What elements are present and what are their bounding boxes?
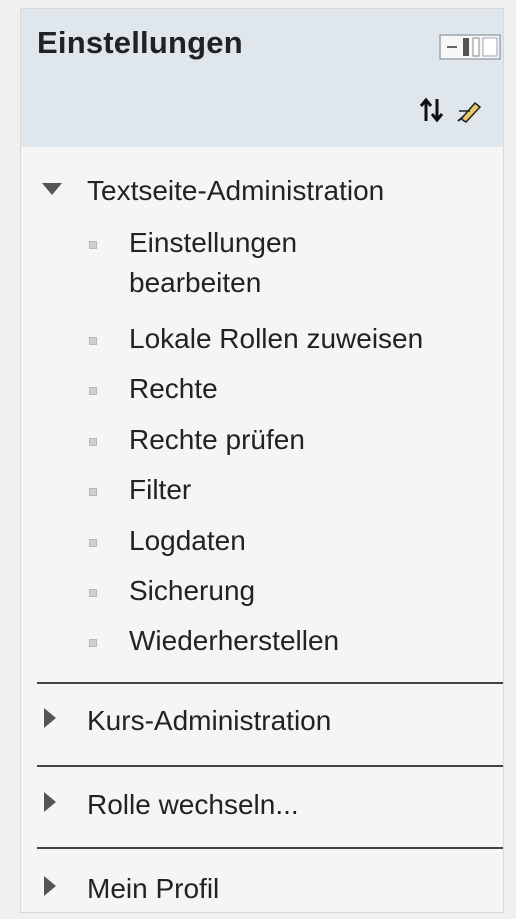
tree-item-sicherung[interactable]: Sicherung: [21, 571, 503, 615]
tree-item-lokale-rollen-zuweisen[interactable]: Lokale Rollen zuweisen: [21, 319, 503, 363]
edit-icon[interactable]: [455, 95, 485, 125]
tree-item-wiederherstellen[interactable]: Wiederherstellen: [21, 621, 503, 665]
tree-node-kurs-administration[interactable]: Kurs-Administration: [21, 703, 503, 747]
bullet-icon: [89, 337, 97, 345]
tree-item-rechte[interactable]: Rechte: [21, 369, 503, 413]
tree-item-rechte-pruefen[interactable]: Rechte prüfen: [21, 420, 503, 464]
tree-node-mein-profil[interactable]: Mein Profil: [21, 871, 503, 915]
section-divider: [37, 847, 503, 849]
tree-node-label: Mein Profil: [87, 873, 220, 904]
tree-item-label: Wiederherstellen: [129, 625, 340, 656]
tree-item-label: Einstellungen bearbeiten: [129, 227, 298, 298]
bullet-icon: [89, 438, 97, 446]
tree-node-rolle-wechseln[interactable]: Rolle wechseln...: [21, 787, 503, 831]
triangle-right-icon: [43, 707, 57, 734]
tree-item-label: Rechte prüfen: [129, 424, 305, 455]
bullet-icon: [89, 639, 97, 647]
dock-block-icon[interactable]: [439, 33, 501, 61]
block-title: Einstellungen: [37, 25, 243, 60]
tree-item-filter[interactable]: Filter: [21, 470, 503, 514]
section-divider: [37, 765, 503, 767]
block-header: Einstellungen: [21, 9, 503, 147]
tree-item-label: Filter: [129, 474, 192, 505]
tree-item-label: Logdaten: [129, 525, 246, 556]
settings-block: Einstellungen Textseite-Administration E…: [20, 8, 504, 913]
triangle-right-icon: [43, 875, 57, 902]
tree-node-label: Textseite-Administration: [87, 175, 385, 206]
triangle-down-icon: [41, 182, 63, 201]
bullet-icon: [89, 589, 97, 597]
tree-node-label: Kurs-Administration: [87, 705, 332, 736]
bullet-icon: [89, 488, 97, 496]
section-divider: [37, 682, 503, 684]
tree-node-textseite-administration[interactable]: Textseite-Administration: [21, 169, 503, 213]
tree-item-label: Sicherung: [129, 575, 256, 606]
bullet-icon: [89, 241, 97, 249]
triangle-right-icon: [43, 791, 57, 818]
tree-item-logdaten[interactable]: Logdaten: [21, 521, 503, 565]
block-actions: [419, 95, 503, 125]
bullet-icon: [89, 387, 97, 395]
tree-item-label: Rechte: [129, 373, 218, 404]
move-icon[interactable]: [419, 95, 445, 125]
bullet-icon: [89, 539, 97, 547]
tree-item-einstellungen-bearbeiten[interactable]: Einstellungen bearbeiten: [21, 219, 503, 299]
tree-node-label: Rolle wechseln...: [87, 789, 299, 820]
tree-item-label: Lokale Rollen zuweisen: [129, 323, 424, 354]
